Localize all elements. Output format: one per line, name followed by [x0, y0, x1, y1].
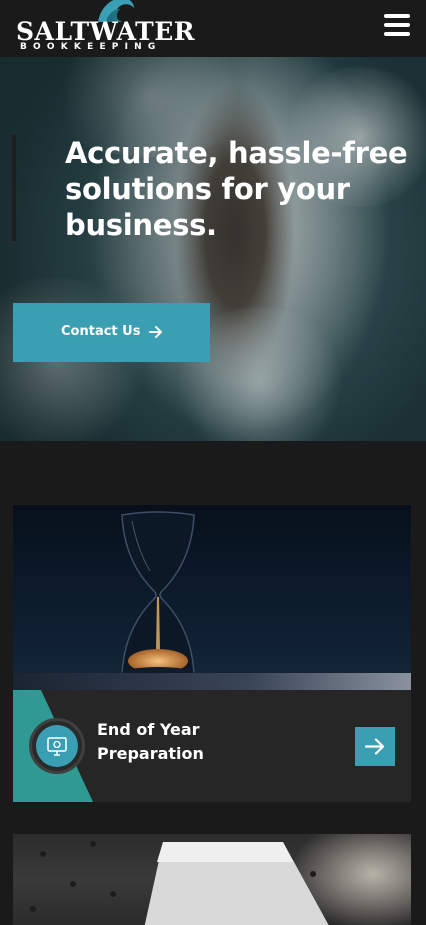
- service-card-2[interactable]: [13, 834, 411, 925]
- contact-us-button[interactable]: Contact Us: [13, 303, 210, 362]
- hero-section: Accurate, hassle-free solutions for your…: [0, 57, 426, 441]
- service-title: End of Year Preparation: [97, 720, 204, 763]
- service-card-end-of-year[interactable]: End of Year Preparation: [13, 505, 411, 802]
- service-icon-badge: [29, 718, 85, 774]
- hourglass-icon: [121, 511, 195, 679]
- page: SALTWATER BOOKKEEPING Accurate, hassle-f…: [0, 0, 426, 925]
- service-arrow-button[interactable]: [355, 727, 395, 766]
- hamburger-menu-icon[interactable]: [384, 12, 410, 38]
- hero-accent-bar: [12, 135, 16, 241]
- hourglass-image: [13, 505, 411, 690]
- computer-icon: [47, 737, 67, 756]
- contact-us-label: Contact Us: [61, 324, 141, 339]
- hero-headline: Accurate, hassle-free solutions for your…: [65, 136, 408, 242]
- site-header: SALTWATER BOOKKEEPING: [0, 0, 426, 57]
- arrow-right-icon: [365, 738, 385, 755]
- service-card-footer: End of Year Preparation: [13, 690, 411, 802]
- logo-subtitle: BOOKKEEPING: [20, 42, 162, 52]
- site-logo[interactable]: SALTWATER BOOKKEEPING: [16, 0, 196, 56]
- arrow-right-icon: [149, 326, 162, 338]
- laptop-image: [144, 842, 329, 925]
- logo-wordmark: SALTWATER: [16, 17, 196, 46]
